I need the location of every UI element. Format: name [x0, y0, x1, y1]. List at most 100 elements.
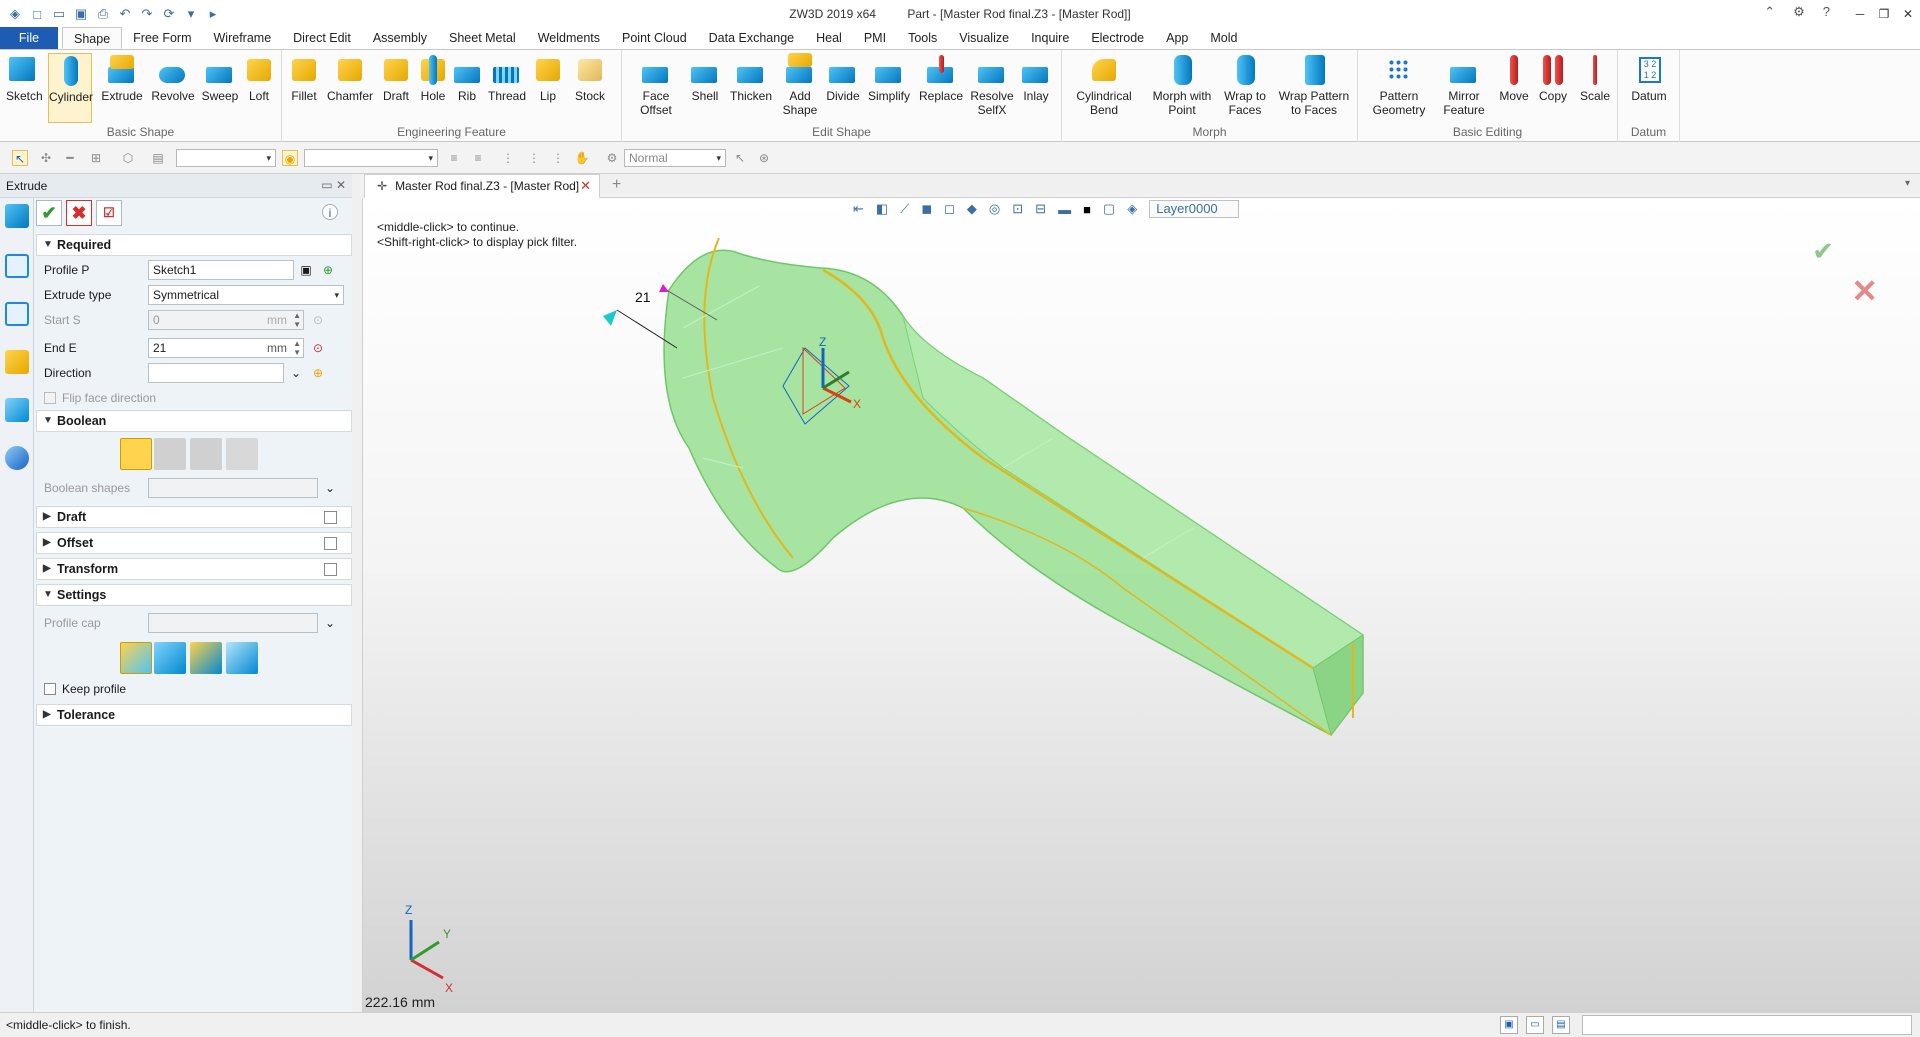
layer-tool-icon[interactable]: ▤: [150, 150, 166, 166]
info-icon[interactable]: i: [322, 204, 338, 220]
tool-c-icon[interactable]: ⋮: [500, 150, 516, 166]
shape-filter-icon[interactable]: ◉: [282, 150, 298, 166]
thicken-button[interactable]: Thicken: [726, 53, 776, 103]
render-mode-combo[interactable]: Normal ▾: [624, 149, 726, 167]
pattern-geometry-button[interactable]: Pattern Geometry: [1368, 53, 1430, 117]
tool-e-icon[interactable]: ⋮: [550, 150, 566, 166]
section-tolerance[interactable]: ▶ Tolerance: [36, 704, 352, 726]
tool-a-icon[interactable]: ≡: [446, 150, 462, 166]
rib-button[interactable]: Rib: [452, 53, 482, 103]
cap-both-icon[interactable]: [120, 642, 152, 674]
intersect-boolean-icon[interactable]: [226, 438, 258, 470]
sketch-button[interactable]: Sketch: [6, 53, 43, 103]
gear-icon[interactable]: ⚙: [1793, 4, 1805, 20]
up-arrow-icon[interactable]: ⌃: [1764, 4, 1775, 20]
pick-arrow-icon[interactable]: ↖: [12, 150, 28, 166]
section-settings[interactable]: ▼ Settings: [36, 584, 352, 606]
direction-options-icon[interactable]: ⊕: [310, 365, 326, 381]
tab-pmi[interactable]: PMI: [853, 27, 897, 49]
section-draft[interactable]: ▶ Draft: [36, 506, 352, 528]
tab-heal[interactable]: Heal: [805, 27, 853, 49]
replace-button[interactable]: Replace: [916, 53, 966, 103]
history-icon[interactable]: [5, 254, 29, 278]
add-boolean-icon[interactable]: [154, 438, 186, 470]
filter-combo[interactable]: ▾: [176, 149, 276, 167]
profile-field[interactable]: Sketch1: [148, 260, 294, 280]
flip-face-row[interactable]: Flip face direction: [44, 391, 156, 405]
copy-button[interactable]: Copy: [1534, 53, 1572, 103]
tab-electrode[interactable]: Electrode: [1080, 27, 1155, 49]
thread-button[interactable]: Thread: [486, 53, 528, 103]
loft-button[interactable]: Loft: [242, 53, 276, 103]
direction-field[interactable]: [148, 363, 284, 383]
fillet-button[interactable]: Fillet: [286, 53, 322, 103]
tab-weldments[interactable]: Weldments: [527, 27, 611, 49]
doc-tab-master-rod[interactable]: ✛ Master Rod final.Z3 - [Master Rod] ✕: [364, 174, 600, 198]
cylinder-button[interactable]: Cylinder: [48, 53, 93, 123]
app-logo-icon[interactable]: ◈: [6, 5, 24, 23]
tab-wireframe[interactable]: Wireframe: [203, 27, 283, 49]
tab-sheet-metal[interactable]: Sheet Metal: [438, 27, 527, 49]
customize-icon[interactable]: ▾: [182, 5, 200, 23]
part-icon[interactable]: [5, 350, 29, 374]
minimize-button[interactable]: ─: [1848, 0, 1872, 28]
direction-expand-icon[interactable]: ⌄: [288, 365, 304, 381]
apply-button[interactable]: ☑: [96, 200, 122, 226]
ok-button[interactable]: ✔: [36, 200, 62, 226]
divide-button[interactable]: Divide: [822, 53, 864, 103]
mirror-feature-button[interactable]: Mirror Feature: [1436, 53, 1492, 117]
tab-direct-edit[interactable]: Direct Edit: [282, 27, 362, 49]
sweep-button[interactable]: Sweep: [200, 53, 240, 103]
tab-file[interactable]: File: [0, 27, 58, 49]
tree-icon[interactable]: [5, 302, 29, 326]
user-icon[interactable]: [5, 446, 29, 470]
tool-d-icon[interactable]: ⋮: [526, 150, 542, 166]
simplify-button[interactable]: Simplify: [864, 53, 914, 103]
tabs-menu-icon[interactable]: ▾: [1905, 178, 1910, 189]
panel-pin-close-icon[interactable]: ▭ ✕: [321, 178, 346, 192]
scale-button[interactable]: Scale: [1576, 53, 1614, 103]
tab-data-exchange[interactable]: Data Exchange: [698, 27, 805, 49]
tab-mold[interactable]: Mold: [1199, 27, 1248, 49]
command-input[interactable]: [1582, 1015, 1912, 1035]
cap-bottom-icon[interactable]: [190, 642, 222, 674]
transform-checkbox[interactable]: [324, 563, 337, 576]
open-folder-icon[interactable]: ▭: [50, 5, 68, 23]
start-field[interactable]: 0 mm ▲ ▼: [148, 310, 304, 330]
filter-value-combo[interactable]: ▾: [304, 149, 438, 167]
cap-top-icon[interactable]: [154, 642, 186, 674]
keep-profile-checkbox[interactable]: [44, 683, 56, 695]
keep-profile-row[interactable]: Keep profile: [44, 682, 126, 696]
lip-button[interactable]: Lip: [532, 53, 564, 103]
restore-button[interactable]: ❐: [1872, 0, 1896, 28]
morph-with-point-button[interactable]: Morph with Point: [1146, 53, 1218, 117]
draft-checkbox[interactable]: [324, 511, 337, 524]
stock-button[interactable]: Stock: [570, 53, 610, 103]
target-icon[interactable]: ⊛: [756, 150, 772, 166]
3d-viewport[interactable]: <middle-click> to continue. <Shift-right…: [362, 198, 1920, 1012]
end-field[interactable]: 21 mm ▲ ▼: [148, 338, 304, 358]
cap-none-icon[interactable]: [226, 642, 258, 674]
add-shape-button[interactable]: Add Shape: [780, 53, 820, 117]
pick-option-icon[interactable]: ✣: [38, 150, 54, 166]
tab-assembly[interactable]: Assembly: [362, 27, 438, 49]
tab-point-cloud[interactable]: Point Cloud: [611, 27, 698, 49]
undo-icon[interactable]: ↶: [116, 5, 134, 23]
hexagon-icon[interactable]: ⬡: [120, 150, 136, 166]
move-button[interactable]: Move: [1496, 53, 1532, 103]
tab-free-form[interactable]: Free Form: [122, 27, 202, 49]
profile-options-icon[interactable]: ⊕: [320, 262, 336, 278]
dimension-handle-icon[interactable]: [603, 310, 617, 326]
resolve-selfx-button[interactable]: Resolve SelfX: [968, 53, 1016, 117]
section-boolean[interactable]: ▼ Boolean: [36, 410, 352, 432]
flip-face-checkbox[interactable]: [44, 392, 56, 404]
part-model[interactable]: 21 Z X Z X Y: [363, 198, 1920, 1012]
tab-tools[interactable]: Tools: [897, 27, 948, 49]
hole-button[interactable]: Hole: [416, 53, 450, 103]
new-tab-icon[interactable]: +: [612, 176, 621, 194]
cylindrical-bend-button[interactable]: Cylindrical Bend: [1072, 53, 1136, 117]
dimension-value[interactable]: 21: [635, 289, 651, 305]
view-icon[interactable]: [5, 398, 29, 422]
datum-button[interactable]: 3 21 2 Datum: [1626, 53, 1672, 103]
new-file-icon[interactable]: □: [28, 5, 46, 23]
